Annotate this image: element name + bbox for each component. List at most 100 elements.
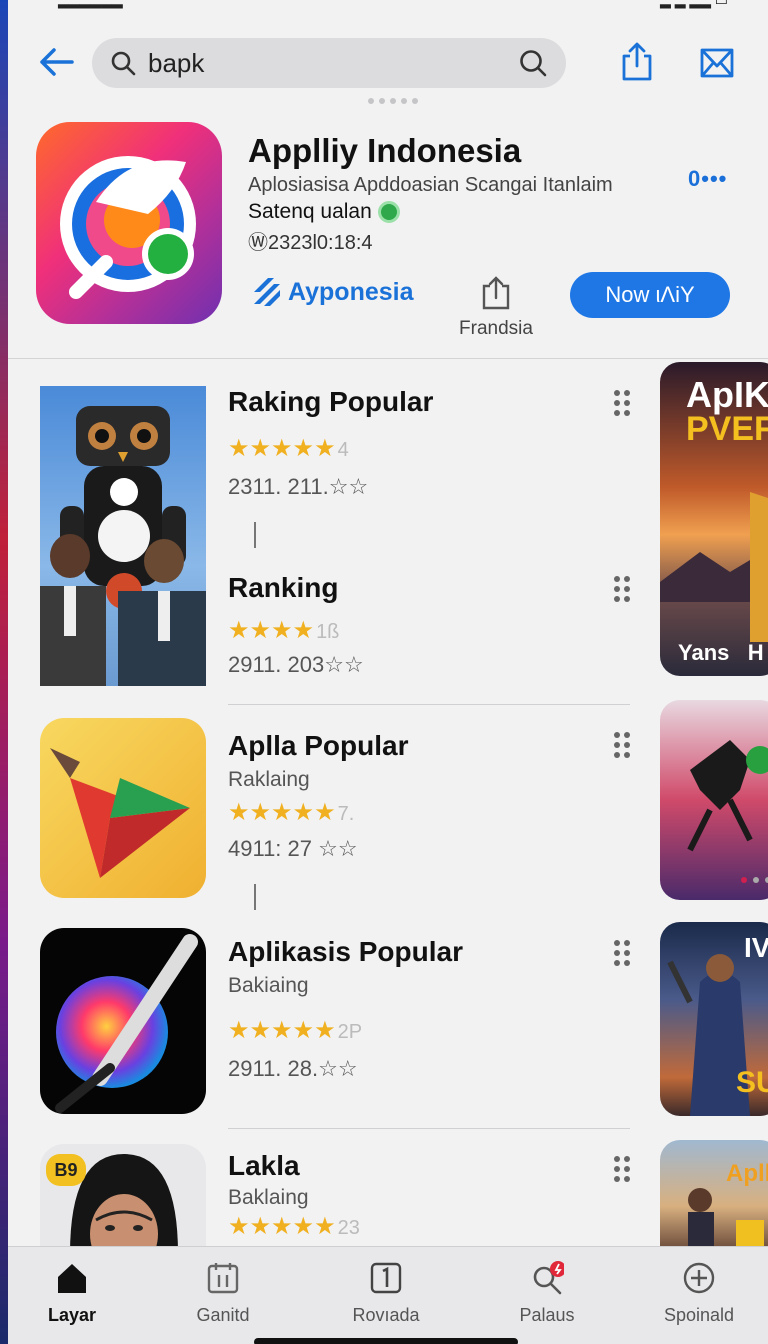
- rating-stars: ★★★★★: [228, 799, 336, 826]
- rating-stars: ★★★★★: [228, 435, 336, 462]
- upload-icon: [482, 276, 510, 310]
- status-indicators: ▂ ▂ ▂▂ ▭: [660, 0, 728, 8]
- rating-count: 4: [337, 439, 349, 461]
- search-bar[interactable]: bapk: [92, 38, 566, 88]
- nav-item-ganitd[interactable]: Ganitd: [168, 1261, 278, 1326]
- list-thumb-person[interactable]: B9: [40, 1144, 206, 1254]
- nav-label: Palaus: [519, 1305, 575, 1325]
- list-item-menu-icon[interactable]: [614, 390, 630, 416]
- robot-photo: [40, 406, 206, 686]
- list-item-meta: 2911. 28.☆☆: [228, 1056, 358, 1081]
- back-arrow-icon[interactable]: [36, 46, 76, 78]
- list-item-subtitle: Raklaing: [228, 768, 310, 791]
- calendar-icon: [207, 1263, 239, 1294]
- developer-link[interactable]: Ayponesia: [250, 274, 414, 310]
- side-card-apll[interactable]: Apll: [660, 1140, 768, 1250]
- list-divider: [228, 704, 630, 705]
- search-input[interactable]: bapk: [148, 48, 518, 79]
- rating-count: 23: [337, 1217, 360, 1239]
- search-submit-icon[interactable]: [518, 48, 548, 78]
- side-card-art: [688, 1188, 764, 1250]
- list-item-title[interactable]: Lakla: [228, 1150, 300, 1182]
- list-item-meta: 2911. 203☆☆: [228, 652, 364, 677]
- nav-item-palaus[interactable]: Palaus: [492, 1261, 602, 1326]
- frandsia-label: Frandsia: [459, 318, 533, 339]
- list-item-title[interactable]: Ranking: [228, 572, 338, 604]
- rating-count: 7.: [337, 803, 355, 825]
- list-item-rating: ★★★★★ 4: [228, 434, 349, 463]
- app-logo-graphic: [60, 156, 196, 299]
- device-edge: [0, 0, 8, 1344]
- featured-app-icon[interactable]: [36, 122, 222, 324]
- top-bar: bapk: [8, 36, 768, 92]
- share-icon[interactable]: [620, 42, 654, 82]
- rating-stars: ★★★★: [228, 617, 315, 644]
- home-icon: [58, 1264, 86, 1293]
- nav-label: Ganitd: [196, 1305, 250, 1325]
- bottom-navigation: Layar Ganitd Rovıada Palaus Spoinald: [8, 1246, 768, 1344]
- badge-label: B9: [54, 1159, 78, 1180]
- nav-item-spoinald[interactable]: Spoinald: [644, 1261, 754, 1326]
- app-badge: B9: [46, 1154, 86, 1186]
- row-separator-mark: [254, 884, 256, 910]
- list-item-meta: 2311. 211.☆☆: [228, 474, 369, 499]
- nav-label: Layar: [47, 1305, 97, 1325]
- status-dot-icon: [377, 201, 400, 223]
- list-divider: [228, 1128, 630, 1129]
- rating-stars: ★★★★★: [228, 1213, 336, 1240]
- search-icon: [111, 51, 136, 76]
- list-thumb-arrow[interactable]: [40, 718, 206, 898]
- list-thumb-robot[interactable]: [40, 386, 206, 686]
- add-circle-icon: [683, 1262, 715, 1294]
- side-card-subtitle: SU: [736, 1066, 768, 1099]
- more-options-button[interactable]: 0•••: [688, 166, 727, 192]
- side-card-caption: Yans H: [678, 640, 764, 665]
- featured-app-status-text: Satenq ualan: [248, 200, 372, 223]
- arrow-app-icon: [50, 748, 190, 878]
- side-card-su[interactable]: IV SU: [660, 922, 768, 1116]
- list-item-subtitle: Bakiaing: [228, 974, 309, 997]
- list-item-title[interactable]: Aplikasis Popular: [228, 936, 463, 968]
- featured-app-title: Applliy Indonesia: [248, 132, 522, 169]
- nav-item-roviada[interactable]: Rovıada: [331, 1261, 441, 1326]
- rating-stars: ★★★★★: [228, 1017, 336, 1044]
- featured-app-status: Satenq ualan: [248, 200, 400, 224]
- row-separator-mark: [254, 522, 256, 548]
- mail-icon[interactable]: [698, 44, 736, 82]
- home-indicator[interactable]: [254, 1338, 518, 1344]
- app-store-screen: ▂▂▂▂▂▂ ▂ ▂ ▂▂ ▭ bapk Applliy Indonesia A…: [8, 0, 768, 1344]
- list-item-title[interactable]: Aplla Popular: [228, 730, 408, 762]
- developer-label: Ayponesia: [288, 277, 414, 306]
- list-item-menu-icon[interactable]: [614, 732, 630, 758]
- list-item-rating: ★★★★ 1ß: [228, 616, 339, 645]
- nav-label: Spoinald: [663, 1305, 735, 1325]
- status-bar: ▂▂▂▂▂▂ ▂ ▂ ▂▂ ▭: [58, 0, 728, 8]
- list-item-rating: ★★★★★ 23: [228, 1212, 360, 1241]
- orb-app-icon: [55, 934, 198, 1113]
- list-item-title[interactable]: Raking Popular: [228, 386, 433, 418]
- nav-item-layar[interactable]: Layar: [17, 1261, 127, 1326]
- list-item-subtitle: Baklaing: [228, 1186, 309, 1209]
- list-item-menu-icon[interactable]: [614, 1156, 630, 1182]
- rating-count: 2P: [337, 1021, 363, 1043]
- list-item-meta: 4911: 27 ☆☆: [228, 836, 358, 861]
- side-card-pver[interactable]: ApIK PVEF Yans H: [660, 362, 768, 676]
- rating-count: 1ß: [316, 621, 340, 643]
- install-button[interactable]: Now ιΛiY: [570, 272, 730, 318]
- frandsia-button[interactable]: Frandsia: [448, 276, 544, 340]
- list-thumb-orb[interactable]: [40, 928, 206, 1114]
- developer-logo-icon: [254, 278, 280, 306]
- list-item-rating: ★★★★★ 7.: [228, 798, 354, 827]
- side-card-art: [660, 492, 768, 642]
- list-item-menu-icon[interactable]: [614, 940, 630, 966]
- featured-app-subtitle: Aplosiasisa Apddoasian Scangai Itanlaim: [248, 174, 613, 196]
- list-item-menu-icon[interactable]: [614, 576, 630, 602]
- list-item-rating: ★★★★★ 2P: [228, 1016, 362, 1045]
- side-card-title: IV: [744, 932, 768, 963]
- sheet-grabber[interactable]: [368, 98, 418, 104]
- status-time: ▂▂▂▂▂▂: [58, 0, 123, 8]
- side-card-art: [687, 740, 768, 883]
- nav-label: Rovıada: [352, 1305, 420, 1325]
- side-card-action[interactable]: [660, 700, 768, 900]
- updates-icon: [370, 1262, 402, 1294]
